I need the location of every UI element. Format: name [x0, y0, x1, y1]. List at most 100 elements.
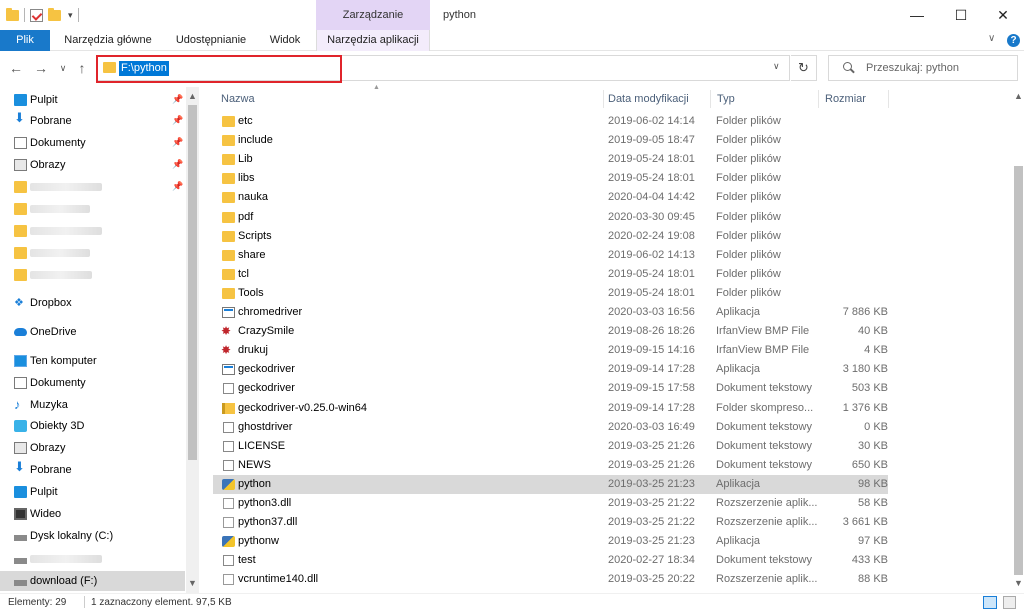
file-size: 58 KB — [858, 497, 888, 509]
file-row[interactable]: NEWS 2019-03-25 21:26 Dokument tekstowy 650… — [213, 456, 888, 475]
file-list-scrollbar-thumb[interactable] — [1014, 166, 1023, 575]
column-divider[interactable] — [603, 90, 604, 108]
refresh-button[interactable]: ↻ — [791, 55, 817, 81]
sidebar-item-downloads[interactable]: ⬇ Pobrane — [14, 460, 72, 480]
sidebar-item-pictures[interactable]: Obrazy — [14, 155, 65, 175]
separator — [84, 596, 85, 608]
file-row[interactable]: include 2019-09-05 18:47 Folder plików — [213, 131, 888, 150]
file-row[interactable]: ✸ drukuj 2019-09-15 14:16 IrfanView BMP Fil… — [213, 341, 888, 360]
sidebar-item-3d-objects[interactable]: Obiekty 3D — [14, 416, 84, 436]
file-row[interactable]: chromedriver 2020-03-03 16:56 Aplikacja 7 8… — [213, 303, 888, 322]
file-name: pdf — [238, 210, 254, 223]
column-header-type[interactable]: Typ — [717, 93, 735, 105]
file-type: Dokument tekstowy — [716, 458, 812, 471]
file-row[interactable]: Scripts 2020-02-24 19:08 Folder plików — [213, 227, 888, 246]
file-row[interactable]: Lib 2019-05-24 18:01 Folder plików — [213, 150, 888, 169]
help-icon[interactable]: ? — [1007, 34, 1020, 47]
sidebar-item-onedrive[interactable]: OneDrive — [14, 322, 76, 342]
new-folder-icon[interactable] — [48, 7, 61, 21]
recent-locations-button[interactable]: ∨ — [57, 58, 69, 78]
file-size: 0 KB — [864, 420, 888, 433]
file-size: 7 886 KB — [842, 306, 888, 318]
sidebar-item-downloads[interactable]: ⬇ Pobrane — [14, 111, 72, 131]
large-icons-view-icon[interactable] — [1003, 596, 1016, 609]
column-divider[interactable] — [888, 90, 889, 108]
file-name: test — [238, 554, 256, 567]
sidebar-item-videos[interactable]: Wideo — [14, 504, 61, 524]
minimize-button[interactable]: — — [898, 0, 936, 30]
file-row[interactable]: ghostdriver 2020-03-03 16:49 Dokument teks… — [213, 418, 888, 437]
sidebar-item-download-drive[interactable]: download (F:) — [14, 571, 97, 591]
tab-application-tools[interactable]: Narzędzia aplikacji — [316, 30, 430, 51]
blurred-label — [30, 205, 90, 213]
sidebar-item-this-pc[interactable]: Ten komputer — [14, 351, 97, 371]
file-row[interactable]: pythonw 2019-03-25 21:23 Aplikacja 97 KB — [213, 532, 888, 551]
file-row[interactable]: ✸ CrazySmile 2019-08-26 18:26 IrfanView BMP… — [213, 322, 888, 341]
sidebar-item-desktop[interactable]: Pulpit — [14, 482, 58, 502]
tab-view[interactable]: Widok — [262, 30, 308, 51]
sidebar-item-documents[interactable]: Dokumenty — [14, 133, 86, 153]
scroll-up-icon[interactable]: ▲ — [188, 91, 197, 101]
close-button[interactable]: ✕ — [984, 0, 1022, 30]
file-row[interactable]: pdf 2020-03-30 09:45 Folder plików — [213, 208, 888, 227]
file-date: 2019-03-25 21:26 — [608, 458, 695, 471]
file-row[interactable]: test 2020-02-27 18:34 Dokument tekstowy 433… — [213, 551, 888, 570]
sidebar-item-blurred[interactable] — [14, 221, 102, 241]
file-row[interactable]: Tools 2019-05-24 18:01 Folder plików — [213, 284, 888, 303]
file-date: 2019-05-24 18:01 — [608, 286, 695, 299]
scroll-up-icon[interactable]: ▲ — [1014, 91, 1023, 101]
file-row[interactable]: nauka 2020-04-04 14:42 Folder plików — [213, 188, 888, 207]
zip-folder-icon — [222, 402, 235, 414]
sidebar-scrollbar-thumb[interactable] — [188, 105, 197, 460]
file-row[interactable]: geckodriver-v0.25.0-win64 2019-09-14 17:2… — [213, 399, 888, 418]
column-divider[interactable] — [818, 90, 819, 108]
scroll-down-icon[interactable]: ▼ — [188, 578, 197, 588]
sidebar-item-music[interactable]: ♪ Muzyka — [14, 395, 68, 415]
sidebar-item-blurred-drive[interactable] — [14, 549, 102, 569]
tab-home[interactable]: Narzędzia główne — [59, 30, 157, 51]
sidebar-item-blurred[interactable] — [14, 177, 102, 197]
file-row[interactable]: libs 2019-05-24 18:01 Folder plików — [213, 169, 888, 188]
file-type: Folder plików — [716, 115, 781, 127]
tab-share[interactable]: Udostępnianie — [167, 30, 255, 51]
sidebar-item-local-disk[interactable]: Dysk lokalny (C:) — [14, 526, 113, 546]
file-row[interactable]: python3.dll 2019-03-25 21:22 Rozszerzenie … — [213, 494, 888, 513]
file-explorer-window: ▾ Zarządzanie python — ☐ ✕ Plik Narzędzi… — [0, 0, 1024, 613]
file-date: 2019-03-25 20:22 — [608, 573, 695, 586]
customize-toolbar-icon[interactable]: ▾ — [68, 10, 73, 21]
forward-button[interactable]: → — [32, 58, 50, 78]
folder-icon[interactable] — [6, 7, 19, 21]
file-row[interactable]: geckodriver 2019-09-14 17:28 Aplikacja 3 18… — [213, 360, 888, 379]
file-row[interactable]: etc 2019-06-02 14:14 Folder plików — [213, 112, 888, 131]
sidebar-item-pictures[interactable]: Obrazy — [14, 438, 65, 458]
bmp-image-icon: ✸ — [221, 324, 232, 339]
file-row[interactable]: python37.dll 2019-03-25 21:22 Rozszerzenie… — [213, 513, 888, 532]
ribbon-expand-icon[interactable]: ∨ — [988, 33, 995, 44]
sidebar-item-blurred[interactable] — [14, 243, 90, 263]
sidebar-item-blurred[interactable] — [14, 199, 90, 219]
file-row[interactable]: LICENSE 2019-03-25 21:26 Dokument tekstowy… — [213, 437, 888, 456]
sidebar-item-dropbox[interactable]: ❖ Dropbox — [14, 293, 72, 313]
scroll-down-icon[interactable]: ▼ — [1014, 578, 1023, 588]
file-row[interactable]: vcruntime140.dll 2019-03-25 20:22 Rozszerz… — [213, 570, 888, 589]
column-header-name[interactable]: Nazwa — [221, 93, 255, 105]
up-button[interactable]: ↑ — [74, 58, 90, 78]
sidebar-item-blurred[interactable] — [14, 265, 92, 285]
details-view-icon[interactable] — [983, 596, 997, 609]
back-button[interactable]: ← — [7, 58, 25, 78]
file-row[interactable]: python 2019-03-25 21:23 Aplikacja 98 KB — [213, 474, 888, 494]
column-divider[interactable] — [710, 90, 711, 108]
file-name: geckodriver — [238, 363, 295, 376]
sidebar-item-desktop[interactable]: Pulpit — [14, 90, 58, 110]
column-header-size[interactable]: Rozmiar — [825, 93, 866, 105]
file-date: 2019-03-25 21:22 — [608, 497, 695, 509]
file-row[interactable]: share 2019-06-02 14:13 Folder plików — [213, 246, 888, 265]
address-dropdown-icon[interactable]: ∨ — [773, 61, 780, 72]
file-row[interactable]: tcl 2019-05-24 18:01 Folder plików — [213, 265, 888, 284]
file-row[interactable]: geckodriver 2019-09-15 17:58 Dokument teks… — [213, 379, 888, 398]
maximize-button[interactable]: ☐ — [942, 0, 980, 30]
column-header-date[interactable]: Data modyfikacji — [608, 93, 689, 105]
tab-file[interactable]: Plik — [0, 30, 50, 51]
properties-icon[interactable] — [30, 8, 43, 22]
sidebar-item-documents[interactable]: Dokumenty — [14, 373, 86, 393]
